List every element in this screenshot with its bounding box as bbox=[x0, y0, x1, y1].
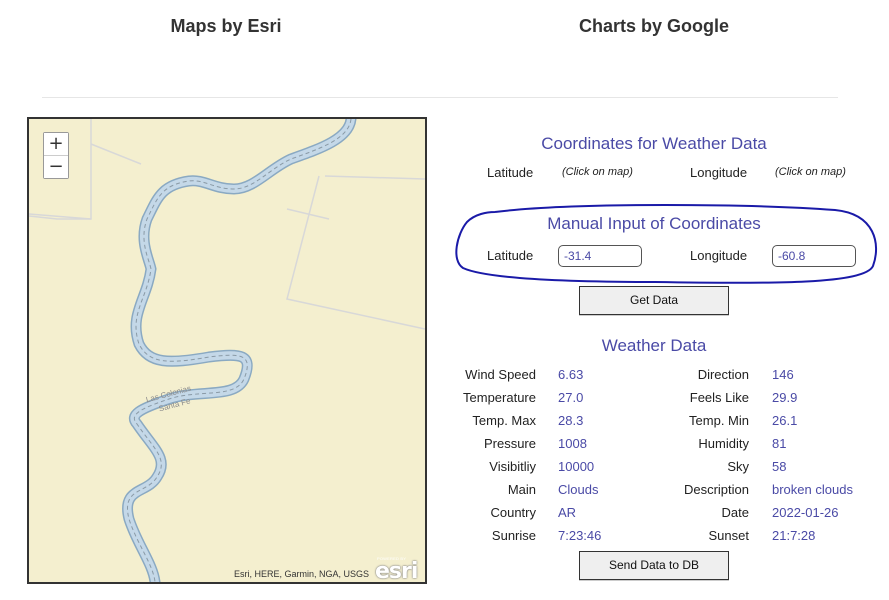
manual-title: Manual Input of Coordinates bbox=[547, 214, 761, 233]
map-attribution: Esri, HERE, Garmin, NGA, USGS bbox=[233, 569, 369, 579]
weather-key: Visibitliy bbox=[489, 459, 536, 474]
map-view[interactable]: Las Colonias Santa Fe + − Esri, HERE, Ga… bbox=[27, 117, 427, 584]
weather-key: Main bbox=[507, 482, 536, 497]
weather-value: 6.63 bbox=[558, 367, 584, 382]
latitude-input[interactable] bbox=[558, 245, 642, 267]
weather-value: 28.3 bbox=[558, 413, 584, 428]
coords-lon-label: Longitude bbox=[690, 165, 748, 180]
weather-key: Sky bbox=[727, 459, 749, 474]
esri-logo-word: esri bbox=[375, 559, 418, 584]
weather-value: 58 bbox=[772, 459, 787, 474]
weather-key: Direction bbox=[697, 367, 749, 382]
get-data-button[interactable]: Get Data bbox=[579, 286, 729, 315]
weather-key: Country bbox=[490, 505, 536, 520]
weather-key: Sunset bbox=[708, 528, 749, 543]
weather-value: 29.9 bbox=[772, 390, 798, 405]
weather-key: Pressure bbox=[483, 436, 536, 451]
weather-key: Wind Speed bbox=[465, 367, 536, 382]
esri-logo[interactable]: POWERED BY esri bbox=[375, 556, 421, 582]
weather-key: Date bbox=[721, 505, 749, 520]
weather-value: 10000 bbox=[558, 459, 595, 474]
divider bbox=[42, 97, 838, 98]
weather-key: Feels Like bbox=[689, 390, 749, 405]
weather-key: Temp. Max bbox=[472, 413, 536, 428]
weather-value: 27.0 bbox=[558, 390, 584, 405]
weather-value: broken clouds bbox=[772, 482, 853, 497]
weather-value: 146 bbox=[772, 367, 794, 382]
maps-heading: Maps by Esri bbox=[170, 16, 282, 36]
longitude-input[interactable] bbox=[772, 245, 856, 267]
weather-key: Temperature bbox=[463, 390, 536, 405]
weather-value: AR bbox=[558, 505, 577, 520]
weather-value: 2022-01-26 bbox=[772, 505, 839, 520]
zoom-control: + − bbox=[43, 132, 69, 179]
map-terrain: Las Colonias Santa Fe bbox=[29, 119, 425, 582]
coords-lat-value: (Click on map) bbox=[562, 166, 633, 178]
weather-value: 26.1 bbox=[772, 413, 798, 428]
zoom-in-button[interactable]: + bbox=[44, 133, 68, 155]
weather-value: 7:23:46 bbox=[558, 528, 602, 543]
weather-key: Description bbox=[683, 482, 749, 497]
weather-value: 81 bbox=[772, 436, 787, 451]
coords-title: Coordinates for Weather Data bbox=[541, 134, 767, 153]
manual-lon-label: Longitude bbox=[690, 248, 748, 263]
zoom-out-button[interactable]: − bbox=[44, 156, 68, 178]
coords-lon-value: (Click on map) bbox=[775, 166, 846, 178]
manual-lat-label: Latitude bbox=[487, 248, 534, 263]
send-data-button[interactable]: Send Data to DB bbox=[579, 551, 729, 580]
weather-title: Weather Data bbox=[601, 336, 707, 355]
weather-value: Clouds bbox=[558, 482, 599, 497]
charts-heading: Charts by Google bbox=[578, 16, 730, 36]
weather-key: Sunrise bbox=[491, 528, 536, 543]
weather-value: 21:7:28 bbox=[772, 528, 816, 543]
weather-value: 1008 bbox=[558, 436, 587, 451]
weather-key: Temp. Min bbox=[689, 413, 749, 428]
weather-key: Humidity bbox=[698, 436, 749, 451]
coords-lat-label: Latitude bbox=[487, 165, 534, 180]
